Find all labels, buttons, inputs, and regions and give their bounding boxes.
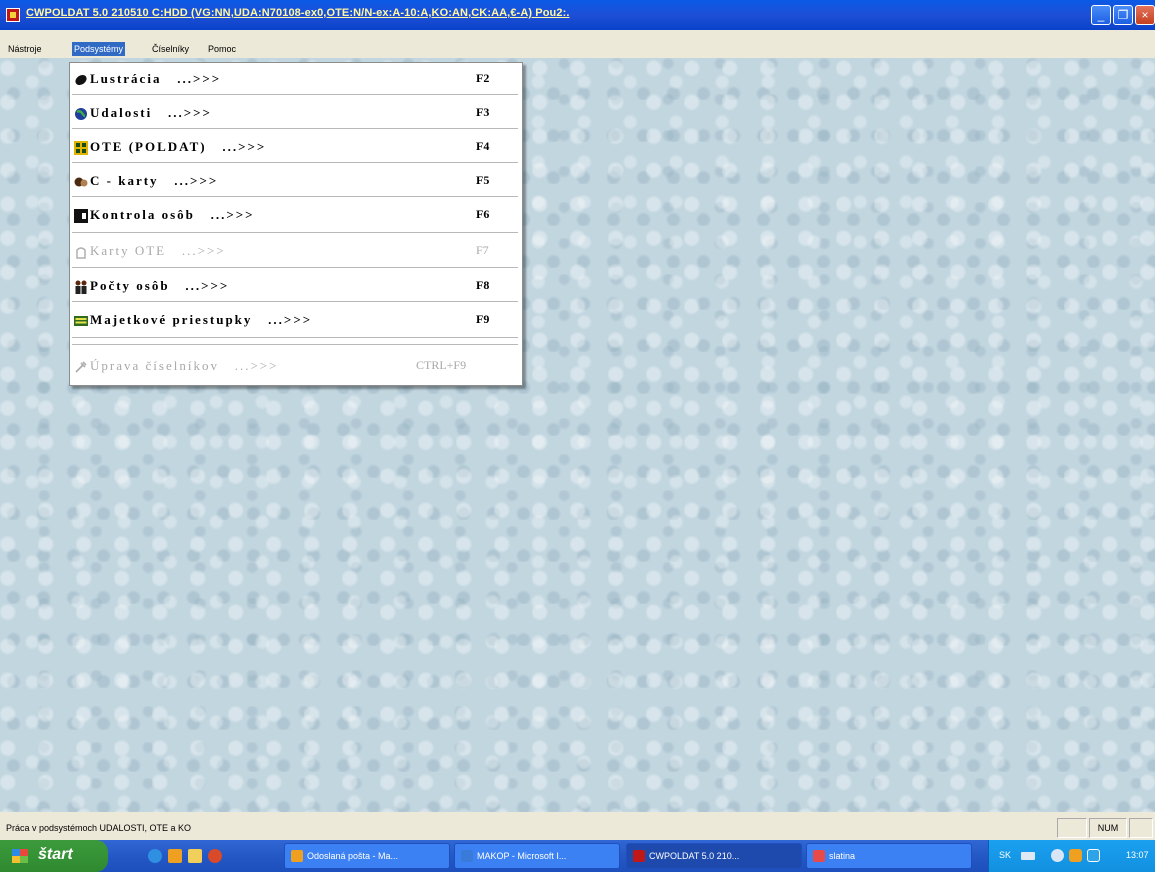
window-title: CWPOLDAT 5.0 210510 C:HDD (VG:NN,UDA:N70… bbox=[26, 7, 570, 19]
menu-item-label: Lustrácia ...>>> bbox=[90, 71, 222, 86]
menu-item-c-karty[interactable]: C - karty ...>>> F5 bbox=[70, 165, 522, 199]
separator bbox=[72, 337, 518, 339]
menu-item-label: Karty OTE ...>>> bbox=[90, 243, 226, 258]
menu-item-kontrola-osob[interactable]: Kontrola osôb ...>>> F6 bbox=[70, 199, 522, 233]
menu-item-uprava-ciselnikov[interactable]: Úprava číselníkov ...>>> CTRL+F9 bbox=[70, 350, 522, 384]
menu-item-pocty-osob[interactable]: Počty osôb ...>>> F8 bbox=[70, 270, 522, 304]
ckarty-icon bbox=[74, 177, 88, 187]
task-label: slatina bbox=[829, 851, 856, 861]
shortcut-label: F4 bbox=[476, 139, 490, 153]
separator bbox=[72, 267, 518, 269]
shortcut-label: F8 bbox=[476, 278, 490, 292]
menu-item-label: OTE (POLDAT) ...>>> bbox=[90, 139, 267, 154]
podsystemy-dropdown: Lustrácia ...>>> F2 Udalosti ...>>> F3 O… bbox=[69, 62, 523, 386]
task-label: Odoslaná pošta - Ma... bbox=[307, 851, 399, 861]
karty-ote-icon bbox=[76, 247, 86, 259]
separator bbox=[72, 128, 518, 130]
separator bbox=[72, 162, 518, 164]
task-makop[interactable]: MAKOP - Microsoft I... bbox=[454, 843, 620, 869]
status-text: Práca v podsystémoch UDALOSTI, OTE a KO bbox=[6, 823, 192, 833]
outlook-icon[interactable] bbox=[168, 849, 182, 863]
menu-item-label: Kontrola osôb ...>>> bbox=[90, 207, 255, 222]
task-slatina[interactable]: slatina bbox=[806, 843, 972, 869]
menu-item-label: Úprava číselníkov ...>>> bbox=[90, 358, 279, 373]
majetkove-icon bbox=[74, 316, 88, 326]
shortcut-label: CTRL+F9 bbox=[416, 358, 467, 372]
start-label: štart bbox=[38, 846, 73, 863]
menu-podsystemy[interactable]: Podsystémy bbox=[72, 42, 126, 56]
document-icon bbox=[461, 850, 473, 862]
menu-item-label: Udalosti ...>>> bbox=[90, 105, 212, 120]
menu-item-label: Počty osôb ...>>> bbox=[90, 278, 230, 293]
lustracia-icon bbox=[75, 74, 87, 86]
app-icon bbox=[633, 850, 645, 862]
task-label: CWPOLDAT 5.0 210... bbox=[649, 851, 740, 861]
menu-item-udalosti[interactable]: Udalosti ...>>> F3 bbox=[70, 97, 522, 131]
shortcut-label: F7 bbox=[476, 243, 489, 257]
status-pane bbox=[1129, 818, 1153, 838]
separator bbox=[72, 301, 518, 303]
status-pane bbox=[1057, 818, 1087, 838]
shortcut-label: F2 bbox=[476, 71, 490, 85]
menu-bar: Nástroje Podsystémy Číselníky Pomoc bbox=[0, 30, 1155, 58]
shortcut-label: F5 bbox=[476, 173, 490, 187]
keyboard-icon[interactable] bbox=[1021, 852, 1035, 860]
menu-pomoc[interactable]: Pomoc bbox=[206, 42, 238, 56]
menu-item-karty-ote[interactable]: Karty OTE ...>>> F7 bbox=[70, 235, 522, 269]
network-icon[interactable] bbox=[1051, 849, 1064, 862]
ote-icon bbox=[74, 141, 88, 155]
system-tray: SK 13:07 bbox=[988, 840, 1155, 872]
outlook-icon bbox=[291, 850, 303, 862]
separator bbox=[72, 94, 518, 96]
shortcut-label: F6 bbox=[476, 207, 490, 221]
menu-item-ote[interactable]: OTE (POLDAT) ...>>> F4 bbox=[70, 131, 522, 165]
maximize-button[interactable]: ❐ bbox=[1113, 5, 1133, 25]
status-bar: Práca v podsystémoch UDALOSTI, OTE a KO … bbox=[0, 812, 1155, 840]
menu-ciselniky[interactable]: Číselníky bbox=[150, 42, 191, 56]
windows-logo-icon bbox=[12, 849, 28, 863]
task-label: MAKOP - Microsoft I... bbox=[477, 851, 567, 861]
people-icon bbox=[75, 280, 87, 294]
task-cwpoldat[interactable]: CWPOLDAT 5.0 210... bbox=[626, 843, 802, 869]
separator bbox=[72, 344, 518, 346]
uprava-icon bbox=[75, 361, 87, 373]
language-indicator[interactable]: SK bbox=[999, 850, 1011, 860]
menu-nastroje[interactable]: Nástroje bbox=[6, 42, 44, 56]
close-button[interactable]: × bbox=[1135, 5, 1155, 25]
browser-icon[interactable] bbox=[148, 849, 162, 863]
num-lock-indicator: NUM bbox=[1089, 818, 1127, 838]
taskbar: štart Odoslaná pošta - Ma... MAKOP - Mic… bbox=[0, 840, 1155, 872]
task-odoslana-posta[interactable]: Odoslaná pošta - Ma... bbox=[284, 843, 450, 869]
kontrola-icon bbox=[74, 209, 88, 223]
app-icon bbox=[813, 850, 825, 862]
folder-icon[interactable] bbox=[188, 849, 202, 863]
menu-item-majetkove-priestupky[interactable]: Majetkové priestupky ...>>> F9 bbox=[70, 304, 522, 338]
shortcut-label: F3 bbox=[476, 105, 490, 119]
separator bbox=[72, 232, 518, 234]
menu-item-lustracia[interactable]: Lustrácia ...>>> F2 bbox=[70, 63, 522, 97]
tray-app-icon[interactable] bbox=[1087, 849, 1100, 862]
menu-item-label: C - karty ...>>> bbox=[90, 173, 219, 188]
minimize-button[interactable]: _ bbox=[1091, 5, 1111, 25]
app-icon[interactable] bbox=[6, 8, 20, 22]
title-bar[interactable]: CWPOLDAT 5.0 210510 C:HDD (VG:NN,UDA:N70… bbox=[0, 0, 1155, 30]
separator bbox=[72, 196, 518, 198]
menu-item-label: Majetkové priestupky ...>>> bbox=[90, 312, 313, 327]
shortcut-label: F9 bbox=[476, 312, 490, 326]
start-button[interactable]: štart bbox=[0, 840, 108, 872]
clock: 13:07 bbox=[1126, 850, 1149, 860]
tray-app-icon[interactable] bbox=[1069, 849, 1082, 862]
app-quicklaunch-icon[interactable] bbox=[208, 849, 222, 863]
globe-icon bbox=[75, 108, 87, 120]
